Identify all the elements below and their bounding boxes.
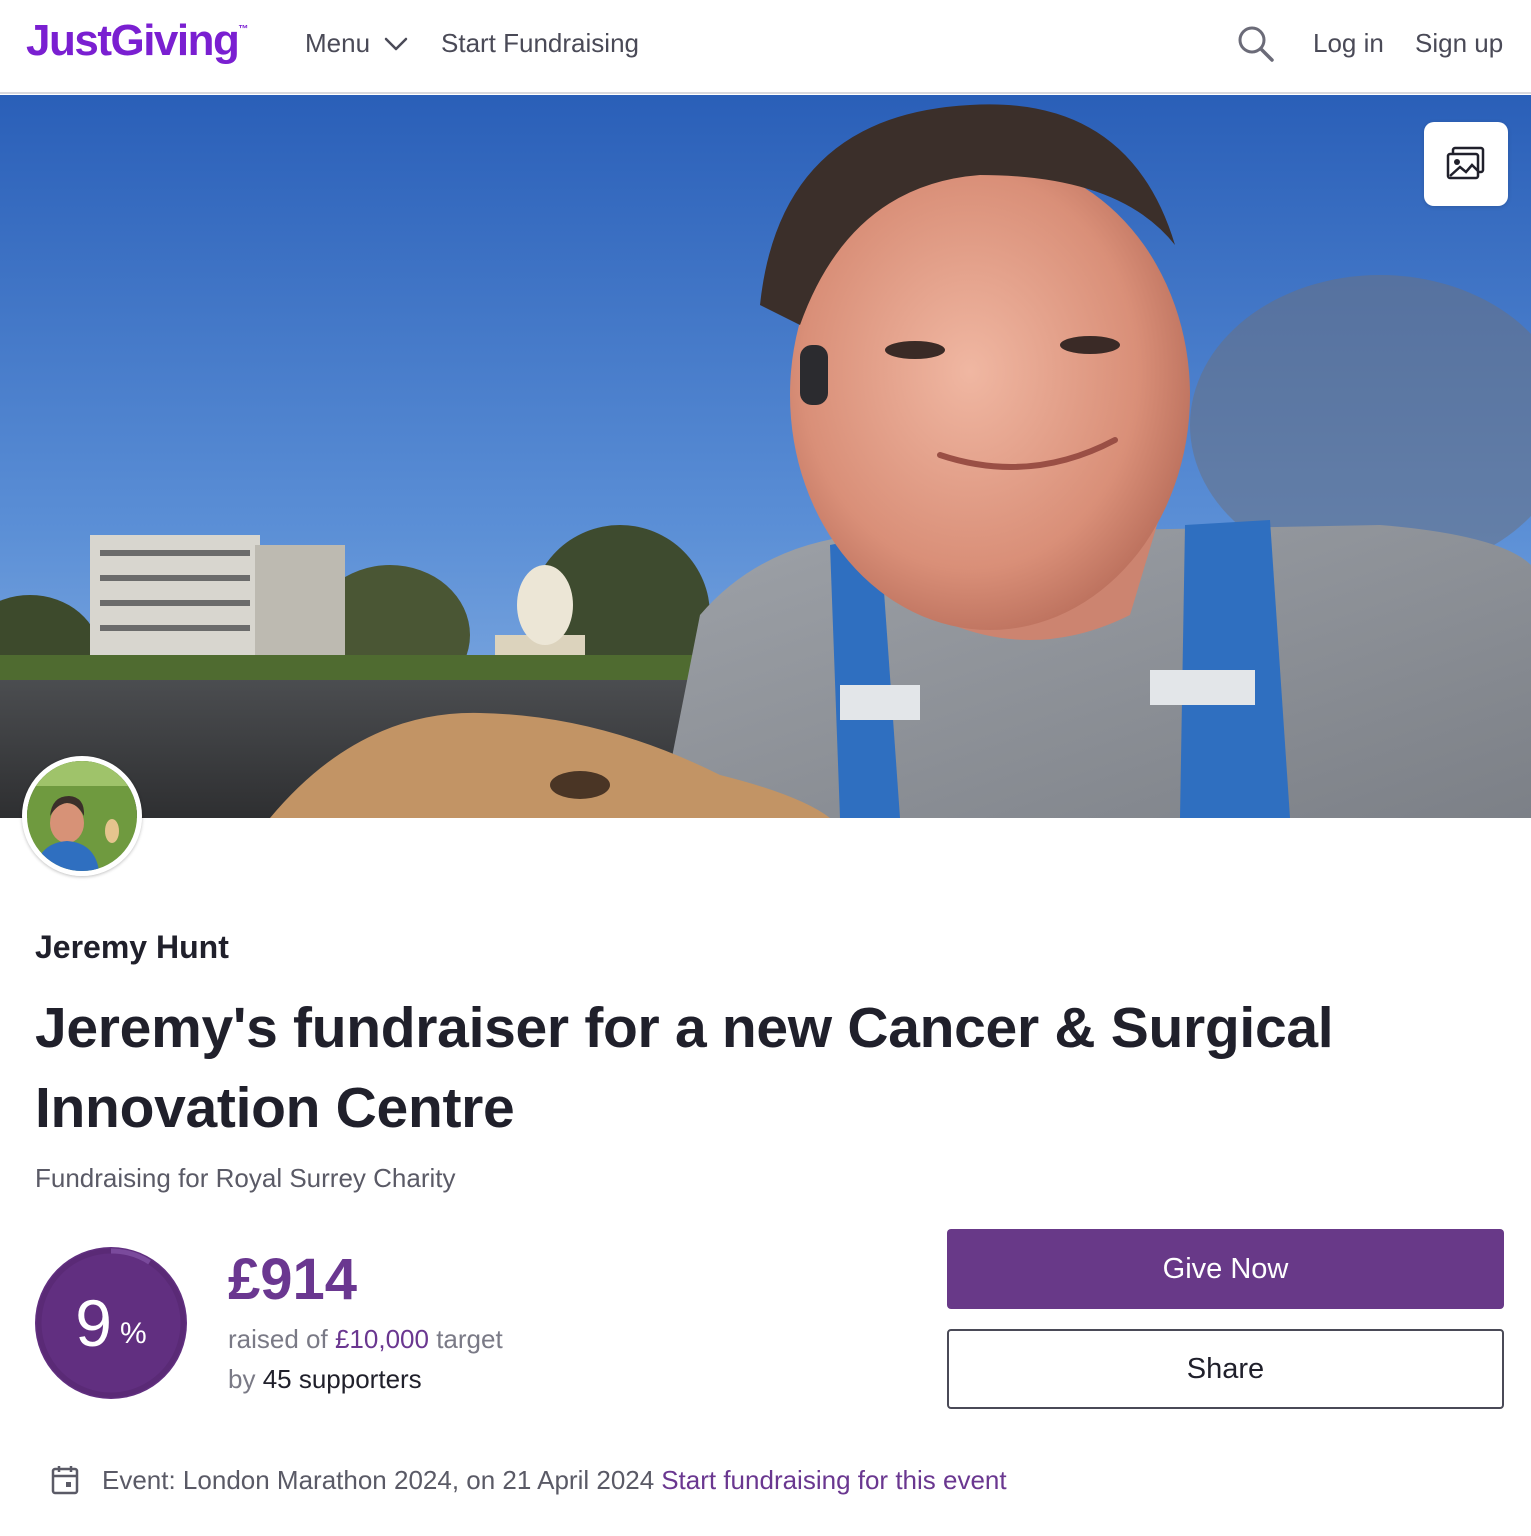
supporters-line: by 45 supporters <box>228 1364 422 1395</box>
cover-photo-illustration <box>0 95 1531 818</box>
sign-up-link[interactable]: Sign up <box>1415 28 1503 59</box>
share-button[interactable]: Share <box>947 1329 1504 1409</box>
calendar-icon <box>51 1466 79 1495</box>
supporters-count: 45 supporters <box>262 1364 422 1394</box>
charity-line: Fundraising for Royal Surrey Charity <box>35 1163 456 1193</box>
progress-percentage: 9 % <box>33 1245 189 1401</box>
menu-label: Menu <box>305 28 371 58</box>
target-label: target <box>436 1324 503 1354</box>
page-title: Jeremy's fundraiser for a new Cancer & S… <box>35 996 1334 1140</box>
target-amount: £10,000 <box>334 1324 429 1354</box>
event-text: Event: London Marathon 2024, on 21 April… <box>102 1464 655 1495</box>
start-fundraising-event-link[interactable]: Start fundraising for this event <box>661 1465 1006 1496</box>
give-now-button[interactable]: Give Now <box>947 1229 1504 1309</box>
target-line: raised of £10,000 target <box>228 1324 503 1355</box>
search-icon <box>1238 26 1274 62</box>
cover-photo <box>0 95 1531 818</box>
image-gallery-icon <box>1446 146 1485 180</box>
fundraiser-name: Jeremy Hunt <box>35 929 229 965</box>
justgiving-logo[interactable]: JustGiving™ <box>26 16 248 66</box>
event-line: Event: London Marathon 2024, on 21 April… <box>50 1464 1007 1496</box>
raised-of-label: raised of <box>228 1324 328 1354</box>
search-button[interactable] <box>1236 24 1276 64</box>
avatar-photo <box>27 761 137 871</box>
top-navigation-bar: JustGiving™ Menu Start Fundraising Log i… <box>0 0 1531 94</box>
raised-amount: £914 <box>228 1247 358 1312</box>
by-label: by <box>228 1364 256 1394</box>
start-fundraising-link[interactable]: Start Fundraising <box>441 28 639 59</box>
logo-text: JustGiving <box>26 16 240 65</box>
fundraiser-avatar[interactable] <box>22 756 142 876</box>
menu-dropdown-button[interactable]: Menu <box>305 28 408 59</box>
view-gallery-button[interactable] <box>1424 122 1508 206</box>
percent-value: 9 <box>75 1286 113 1360</box>
percent-sign: % <box>120 1317 147 1350</box>
chevron-down-icon <box>384 37 408 50</box>
logo-trademark: ™ <box>238 24 249 35</box>
log-in-link[interactable]: Log in <box>1313 28 1384 59</box>
